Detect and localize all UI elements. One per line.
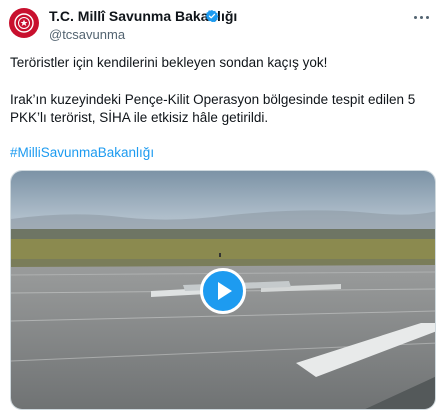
- avatar[interactable]: [9, 8, 39, 38]
- verified-badge-icon: [205, 9, 219, 23]
- hashtag-link[interactable]: #MilliSavunmaBakanlığı: [10, 145, 154, 160]
- tweet-text-line-2: Irak’ın kuzeyindeki Pençe-Kilit Operasyo…: [10, 92, 416, 107]
- handle[interactable]: @tcsavunma: [49, 27, 125, 42]
- more-options-icon[interactable]: [414, 12, 434, 22]
- ministry-emblem-icon: [14, 13, 34, 33]
- play-button[interactable]: [200, 268, 246, 314]
- tweet-text-line-3: PKK’lı terörist, SİHA ile etkisiz hâle g…: [10, 110, 269, 125]
- play-icon: [218, 282, 232, 300]
- tweet-text-line-1: Teröristler için kendilerini bekleyen so…: [10, 55, 328, 70]
- video-media[interactable]: [10, 170, 436, 410]
- tweet: T.C. Millî Savunma Bakanlığı @tcsavunma …: [0, 0, 446, 414]
